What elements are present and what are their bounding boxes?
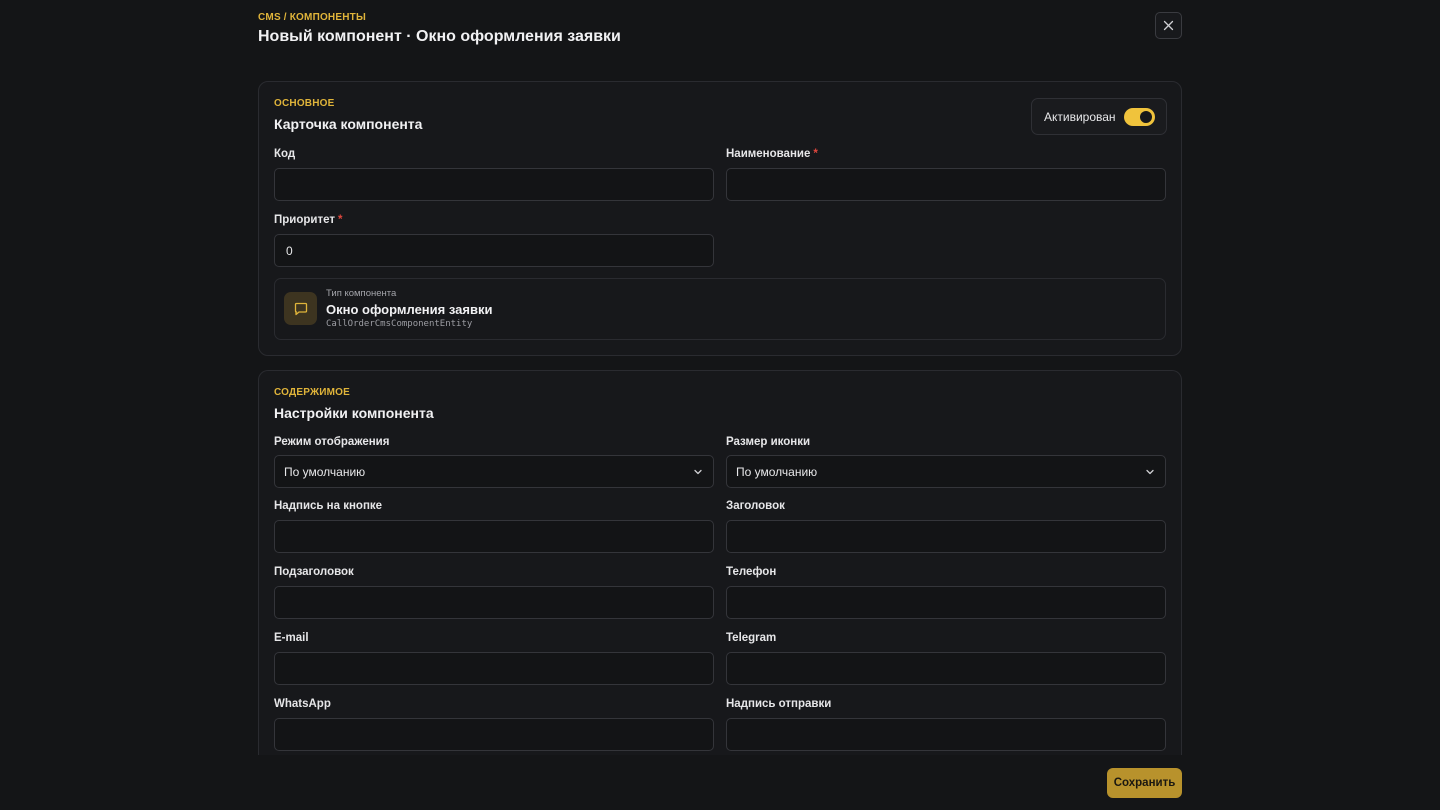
subheading-label: Подзаголовок [274,566,354,578]
priority-label: Приоритет * [274,214,343,226]
footer-bar [0,755,1440,810]
component-type-box: Тип компонента Окно оформления заявки Ca… [274,278,1166,340]
section-eyebrow: СОДЕРЖИМОЕ [274,387,350,398]
icon-size-select[interactable]: По умолчанию [726,455,1166,488]
button-text-label: Надпись на кнопке [274,500,383,512]
active-toggle-box: Активирован [1031,98,1167,135]
whatsapp-input[interactable] [274,718,714,751]
chevron-down-icon [694,469,702,475]
name-label: Наименование * [726,148,818,160]
type-name: Окно оформления заявки [326,302,493,317]
email-input[interactable] [274,652,714,685]
select-value: По умолчанию [284,464,366,479]
content-card: СОДЕРЖИМОЕ Настройки компонента Режим от… [258,370,1182,810]
required-marker: * [338,214,343,226]
whatsapp-label: WhatsApp [274,698,331,710]
display-mode-select[interactable]: По умолчанию [274,455,714,488]
page-header: CMS / КОМПОНЕНТЫ Новый компонент · Окно … [258,12,1182,72]
chevron-down-icon [1146,469,1154,475]
name-input[interactable] [726,168,1166,201]
telegram-input[interactable] [726,652,1166,685]
section-eyebrow: ОСНОВНОЕ [274,98,335,109]
active-toggle[interactable] [1124,108,1155,126]
subheading-input[interactable] [274,586,714,619]
page-title: Новый компонент · Окно оформления заявки [258,28,621,45]
basic-card: ОСНОВНОЕ Карточка компонента Активирован… [258,81,1182,356]
submit-text-label: Надпись отправки [726,698,832,710]
select-value: По умолчанию [736,464,818,479]
required-marker: * [813,148,818,160]
phone-label: Телефон [726,566,777,578]
display-mode-label: Режим отображения [274,436,390,448]
close-icon [1163,20,1174,31]
submit-text-input[interactable] [726,718,1166,751]
message-square-icon [294,302,307,315]
icon-size-label: Размер иконки [726,436,811,448]
code-input[interactable] [274,168,714,201]
type-caption: Тип компонента [326,288,397,299]
type-icon-badge [284,292,317,325]
button-text-input[interactable] [274,520,714,553]
section-title: Карточка компонента [274,116,423,132]
code-label: Код [274,148,296,160]
save-button[interactable]: Сохранить [1107,768,1182,798]
phone-input[interactable] [726,586,1166,619]
active-toggle-label: Активирован [1044,109,1116,124]
priority-input[interactable] [274,234,714,267]
type-entity: CallOrderCmsComponentEntity [326,319,473,329]
heading-input[interactable] [726,520,1166,553]
email-label: E-mail [274,632,309,644]
breadcrumb: CMS / КОМПОНЕНТЫ [258,12,366,23]
close-button[interactable] [1155,12,1182,39]
toggle-knob [1140,111,1152,123]
section-title: Настройки компонента [274,405,434,421]
telegram-label: Telegram [726,632,777,644]
heading-label: Заголовок [726,500,785,512]
